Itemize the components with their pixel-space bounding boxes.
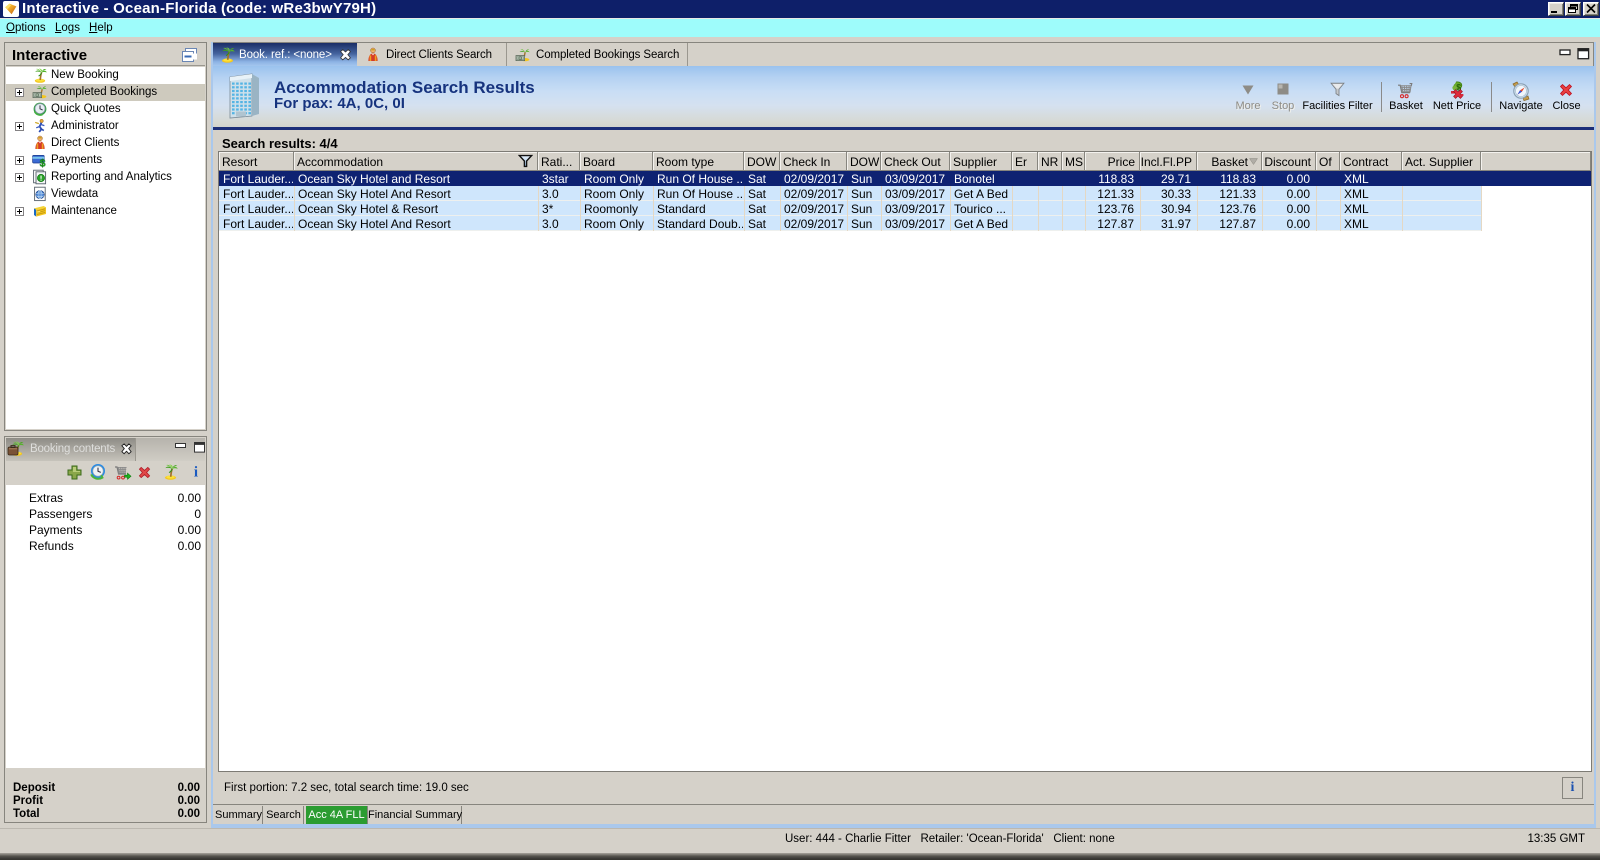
svg-text:$: $ (40, 158, 46, 168)
svg-text:i: i (194, 464, 198, 479)
